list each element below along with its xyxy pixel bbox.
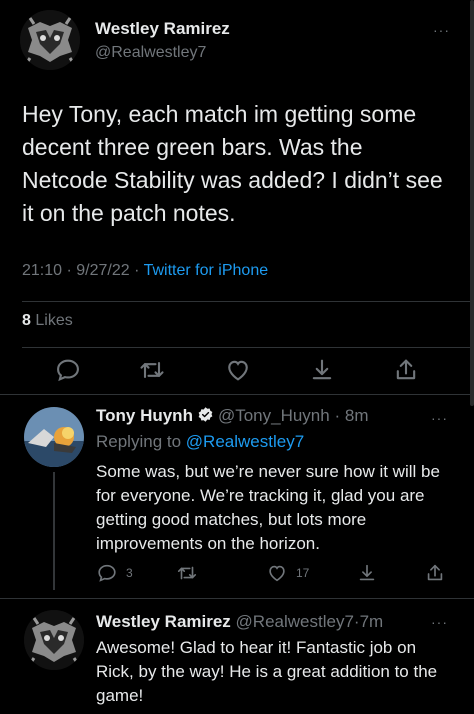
meta-separator: · <box>66 262 72 279</box>
replying-to-handle[interactable]: @Realwestley7 <box>186 432 304 451</box>
comment-icon[interactable] <box>54 356 82 384</box>
reply-count: 3 <box>126 566 133 580</box>
author-handle[interactable]: @Tony_Huynh <box>218 406 330 425</box>
thread-line <box>53 472 55 590</box>
likes-label: Likes <box>35 312 73 329</box>
divider <box>22 347 474 348</box>
tweet-action-bar <box>54 356 424 386</box>
reply-comment-button[interactable]: 3 <box>96 562 133 584</box>
scrollbar[interactable] <box>470 0 474 406</box>
avatar[interactable] <box>24 407 84 467</box>
meta-separator: · <box>134 262 140 279</box>
reply-text: Some was, but we’re never sure how it wi… <box>96 462 440 553</box>
bookmark-down-icon <box>359 564 375 581</box>
share-icon <box>427 564 443 581</box>
reply-share-button[interactable] <box>424 562 446 584</box>
bookmark-down-icon[interactable] <box>308 356 336 384</box>
avatar[interactable] <box>24 610 84 670</box>
author-name[interactable]: Westley Ramirez <box>95 19 230 39</box>
verified-badge-icon <box>198 407 213 422</box>
avatar-image <box>20 10 80 70</box>
avatar-image <box>24 610 84 670</box>
more-options-icon[interactable]: ··· <box>433 22 450 38</box>
like-count: 17 <box>296 566 310 580</box>
reply-age[interactable]: 8m <box>345 406 369 425</box>
divider <box>0 598 474 599</box>
more-options-icon[interactable]: ··· <box>431 614 448 630</box>
heart-icon[interactable] <box>224 356 252 384</box>
meta-separator: · <box>334 406 341 425</box>
tweet-age[interactable]: 7m <box>360 612 384 631</box>
tweet-source-link[interactable]: Twitter for iPhone <box>144 262 269 279</box>
replying-prefix: Replying to <box>96 432 182 451</box>
reply-bookmark-button[interactable] <box>356 562 378 584</box>
reply-like-button[interactable]: 17 <box>266 562 309 584</box>
author-handle[interactable]: @Realwestley7 <box>236 612 354 631</box>
replying-to: Replying to @Realwestley7 <box>96 432 304 452</box>
tweet-text: Hey Tony, each match im getting some dec… <box>22 101 443 226</box>
tweet-meta: 21:10 · 9/27/22 · Twitter for iPhone <box>22 262 268 280</box>
author-handle[interactable]: @Realwestley7 <box>95 44 206 62</box>
avatar-image <box>24 407 84 467</box>
share-icon[interactable] <box>392 356 420 384</box>
avatar[interactable] <box>20 10 80 70</box>
tweet-time[interactable]: 21:10 <box>22 262 62 279</box>
likes-summary[interactable]: 8 Likes <box>22 312 73 330</box>
author-name[interactable]: Tony Huynh <box>96 406 193 425</box>
main-tweet-header: Westley Ramirez @Realwestley7 ··· <box>20 10 460 74</box>
retweet-icon[interactable] <box>138 356 166 384</box>
likes-count: 8 <box>22 312 31 329</box>
divider <box>0 394 474 395</box>
author-name[interactable]: Westley Ramirez <box>96 612 231 631</box>
comment-icon <box>98 564 116 582</box>
tweet-text: Awesome! Glad to hear it! Fantastic job … <box>96 638 438 705</box>
tweet-date[interactable]: 9/27/22 <box>76 262 129 279</box>
heart-icon <box>269 565 285 582</box>
divider <box>22 301 474 302</box>
reply-header: Tony Huynh @Tony_Huynh · 8m <box>96 406 368 426</box>
reply-action-bar: 3 17 <box>96 562 456 586</box>
third-tweet-header: Westley Ramirez @Realwestley7·7m <box>96 612 383 632</box>
retweet-icon <box>177 566 197 580</box>
more-options-icon[interactable]: ··· <box>431 410 448 426</box>
reply-retweet-button[interactable] <box>176 562 198 584</box>
